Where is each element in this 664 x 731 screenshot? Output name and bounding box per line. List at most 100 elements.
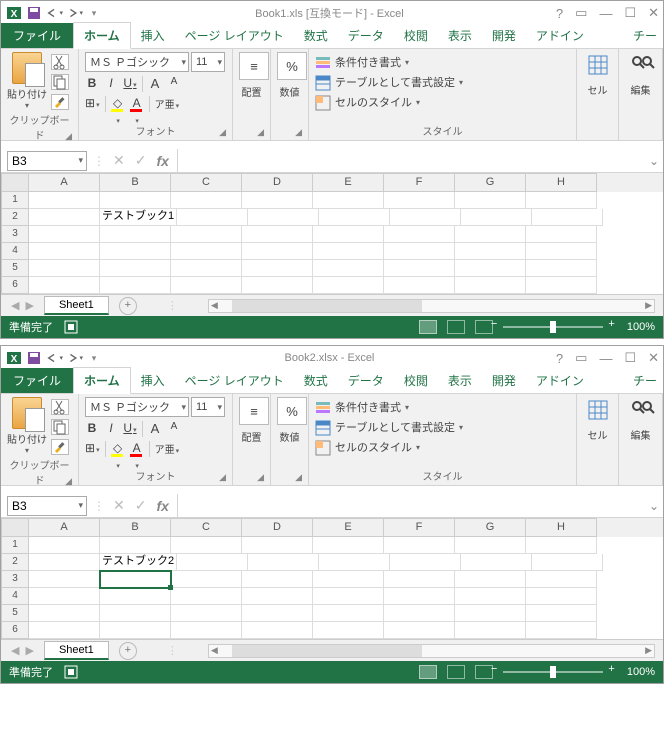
cell-B1[interactable]	[100, 192, 171, 209]
cell-B2[interactable]: テストブック2	[100, 554, 177, 571]
tab-home[interactable]: ホーム	[73, 367, 131, 394]
cell-F4[interactable]	[384, 243, 455, 260]
col-header-A[interactable]: A	[29, 518, 100, 537]
cell-D5[interactable]	[242, 260, 313, 277]
format-as-table-button[interactable]: テーブルとして書式設定 ▾	[315, 417, 570, 437]
cell-A2[interactable]	[29, 554, 100, 571]
tab-addins[interactable]: アドイン	[526, 23, 594, 48]
format-as-table-button[interactable]: テーブルとして書式設定 ▾	[315, 72, 570, 92]
tab-home[interactable]: ホーム	[73, 22, 131, 49]
format-painter-button[interactable]	[51, 439, 69, 455]
cell-D4[interactable]	[242, 588, 313, 605]
col-header-H[interactable]: H	[526, 518, 597, 537]
col-header-F[interactable]: F	[384, 173, 455, 192]
cell-C3[interactable]	[171, 571, 242, 588]
cell-G1[interactable]	[455, 192, 526, 209]
row-header-6[interactable]: 6	[1, 622, 29, 639]
normal-view-icon[interactable]	[419, 665, 437, 679]
row-header-4[interactable]: 4	[1, 243, 29, 260]
cell-B3[interactable]	[100, 226, 171, 243]
row-header-2[interactable]: 2	[1, 554, 29, 571]
cell-H6[interactable]	[526, 277, 597, 294]
excel-icon[interactable]: X	[5, 4, 23, 22]
align-dialog-icon[interactable]: ◢	[257, 127, 264, 138]
tab-data[interactable]: データ	[338, 23, 394, 48]
formula-input[interactable]	[177, 149, 645, 172]
bold-button[interactable]: B	[85, 76, 99, 92]
cell-G6[interactable]	[455, 622, 526, 639]
row-header-1[interactable]: 1	[1, 537, 29, 554]
insert-function-icon[interactable]: fx	[156, 498, 168, 514]
cell-A2[interactable]	[29, 209, 100, 226]
page-layout-view-icon[interactable]	[447, 320, 465, 334]
cell-C1[interactable]	[171, 192, 242, 209]
qat-customize-icon[interactable]: ▾	[85, 349, 103, 367]
cancel-formula-icon[interactable]: ✕	[113, 497, 125, 514]
phonetic-button[interactable]: ア亜	[155, 96, 180, 112]
normal-view-icon[interactable]	[419, 320, 437, 334]
number-dialog-icon[interactable]: ◢	[295, 127, 302, 138]
sheet-nav-next-icon[interactable]: ▶	[25, 644, 33, 657]
sheet-nav-prev-icon[interactable]: ◀	[11, 644, 19, 657]
horizontal-scrollbar[interactable]: ◀▶	[208, 644, 655, 658]
cell-H5[interactable]	[526, 605, 597, 622]
cell-F1[interactable]	[384, 192, 455, 209]
col-header-G[interactable]: G	[455, 173, 526, 192]
cell-F5[interactable]	[384, 605, 455, 622]
italic-button[interactable]: I	[104, 421, 118, 437]
cell-E1[interactable]	[313, 192, 384, 209]
cell-G2[interactable]	[461, 209, 532, 226]
new-sheet-button[interactable]: +	[119, 642, 137, 660]
cell-G1[interactable]	[455, 537, 526, 554]
cell-B5[interactable]	[100, 605, 171, 622]
underline-button[interactable]: U	[123, 76, 137, 92]
cell-C3[interactable]	[171, 226, 242, 243]
cell-B2[interactable]: テストブック1	[100, 209, 177, 226]
border-button[interactable]: ⊞	[85, 441, 100, 457]
cell-G5[interactable]	[455, 260, 526, 277]
grow-font-button[interactable]: A	[148, 76, 162, 92]
row-header-3[interactable]: 3	[1, 571, 29, 588]
enter-formula-icon[interactable]: ✓	[135, 497, 147, 514]
cell-D6[interactable]	[242, 622, 313, 639]
insert-function-icon[interactable]: fx	[156, 153, 168, 169]
align-dialog-icon[interactable]: ◢	[257, 472, 264, 483]
cell-C1[interactable]	[171, 537, 242, 554]
conditional-formatting-button[interactable]: 条件付き書式 ▾	[315, 397, 570, 417]
bold-button[interactable]: B	[85, 421, 99, 437]
cancel-formula-icon[interactable]: ✕	[113, 152, 125, 169]
zoom-slider[interactable]	[503, 326, 603, 328]
cell-D2[interactable]	[248, 554, 319, 571]
cell-E6[interactable]	[313, 277, 384, 294]
cell-B4[interactable]	[100, 243, 171, 260]
close-icon[interactable]: ✕	[648, 5, 659, 21]
cell-D2[interactable]	[248, 209, 319, 226]
tab-pagelayout[interactable]: ページ レイアウト	[175, 23, 294, 48]
cell-styles-button[interactable]: セルのスタイル ▾	[315, 92, 570, 112]
font-name-combo[interactable]: ＭＳ Ｐゴシック	[85, 397, 189, 417]
number-dialog-icon[interactable]: ◢	[295, 472, 302, 483]
col-header-G[interactable]: G	[455, 518, 526, 537]
cell-D1[interactable]	[242, 537, 313, 554]
cell-D1[interactable]	[242, 192, 313, 209]
cell-G3[interactable]	[455, 571, 526, 588]
cell-C4[interactable]	[171, 588, 242, 605]
tab-addins[interactable]: アドイン	[526, 368, 594, 393]
cell-A3[interactable]	[29, 571, 100, 588]
cell-F2[interactable]	[390, 554, 461, 571]
cell-styles-button[interactable]: セルのスタイル ▾	[315, 437, 570, 457]
font-size-combo[interactable]: 11	[191, 52, 225, 72]
expand-formula-icon[interactable]: ⌄	[645, 499, 663, 513]
italic-button[interactable]: I	[104, 76, 118, 92]
tab-developer[interactable]: 開発	[482, 368, 526, 393]
row-header-5[interactable]: 5	[1, 260, 29, 277]
cell-C6[interactable]	[171, 277, 242, 294]
cell-B4[interactable]	[100, 588, 171, 605]
find-button[interactable]	[630, 399, 652, 423]
cell-E6[interactable]	[313, 622, 384, 639]
alignment-button[interactable]: ≡	[239, 52, 269, 80]
sheet-nav-next-icon[interactable]: ▶	[25, 299, 33, 312]
cell-H1[interactable]	[526, 192, 597, 209]
cell-A4[interactable]	[29, 243, 100, 260]
cell-H5[interactable]	[526, 260, 597, 277]
